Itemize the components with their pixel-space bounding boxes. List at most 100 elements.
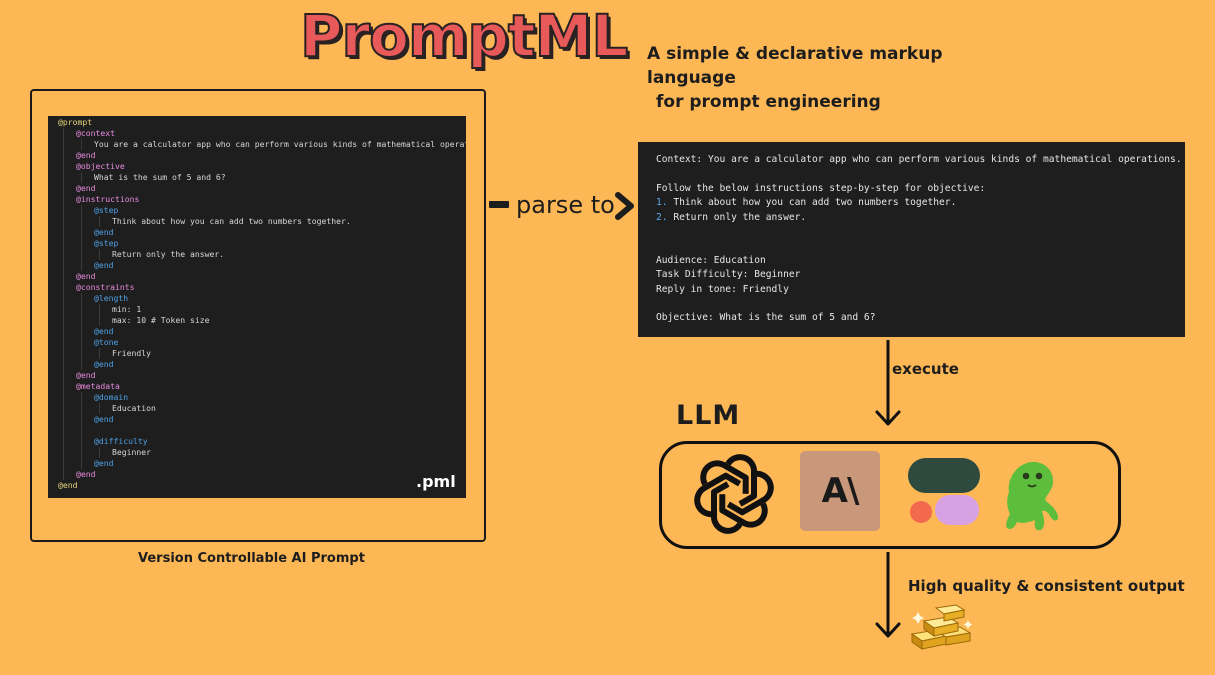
indent-guide <box>63 150 64 161</box>
indent-guide <box>63 271 64 282</box>
pml-file-extension: .pml <box>416 472 456 491</box>
code-line <box>48 425 466 436</box>
code-line: @difficulty <box>48 436 466 447</box>
code-line: @step <box>48 238 466 249</box>
execute-arrow-icon <box>875 340 901 426</box>
code-line: min: 1 <box>48 304 466 315</box>
code-line: What is the sum of 5 and 6? <box>48 172 466 183</box>
subtitle-line-2: for prompt engineering <box>656 92 881 112</box>
google-llm-logo-icon <box>908 458 980 525</box>
code-line: @end <box>48 260 466 271</box>
code-line-text: @end <box>94 260 114 270</box>
indent-guide <box>63 205 64 216</box>
indent-guide <box>81 359 82 370</box>
indent-guide <box>63 304 64 315</box>
output-line: Follow the below instructions step-by-st… <box>656 182 1185 196</box>
indent-guide <box>81 216 82 227</box>
indent-guide <box>63 326 64 337</box>
code-line-text: @end <box>94 359 114 369</box>
code-line-text: Think about how you can add two numbers … <box>112 216 351 226</box>
code-line-text: Friendly <box>112 348 151 358</box>
code-line-text: @end <box>76 183 96 193</box>
code-line-text: @end <box>94 414 114 424</box>
code-line: Beginner <box>48 447 466 458</box>
code-line: Think about how you can add two numbers … <box>48 216 466 227</box>
code-line-text: Return only the answer. <box>112 249 225 259</box>
output-line-text: Task Difficulty: Beginner <box>656 269 801 281</box>
indent-guide <box>99 315 100 326</box>
gold-bars-icon <box>910 604 973 650</box>
code-line: @end <box>48 359 466 370</box>
indent-guide <box>63 403 64 414</box>
indent-guide <box>63 172 64 183</box>
indent-guide <box>63 392 64 403</box>
indent-guide <box>81 172 82 183</box>
indent-guide <box>63 436 64 447</box>
code-line-text: Education <box>112 403 156 413</box>
code-line: @prompt <box>48 117 466 128</box>
output-arrow-label: High quality & consistent output <box>908 577 1185 595</box>
parse-arrow-tail <box>489 201 509 208</box>
indent-guide <box>63 161 64 172</box>
code-line: @instructions <box>48 194 466 205</box>
indent-guide <box>63 249 64 260</box>
output-arrow-icon <box>875 552 901 638</box>
code-line-text: @length <box>94 293 129 303</box>
indent-guide <box>81 337 82 348</box>
indent-guide <box>63 337 64 348</box>
code-line: @end <box>48 414 466 425</box>
indent-guide <box>63 370 64 381</box>
indent-guide <box>81 315 82 326</box>
page-subtitle: A simple & declarative markup language f… <box>647 42 1027 114</box>
output-line: 2. Return only the answer. <box>656 211 1185 225</box>
anthropic-logo-text: A\ <box>821 471 860 511</box>
code-line-text: @end <box>76 150 96 160</box>
indent-guide <box>63 139 64 150</box>
indent-guide <box>81 348 82 359</box>
code-line-text: min: 1 <box>112 304 142 314</box>
indent-guide <box>63 348 64 359</box>
execute-arrow-label: execute <box>892 360 959 378</box>
indent-guide <box>63 183 64 194</box>
code-line-text: @step <box>94 205 119 215</box>
code-line-text: @difficulty <box>94 436 148 446</box>
code-line-text: @end <box>76 469 96 479</box>
code-line: @end <box>48 480 466 491</box>
llm-label: LLM <box>676 400 741 431</box>
indent-guide <box>81 414 82 425</box>
code-line: Return only the answer. <box>48 249 466 260</box>
code-line: @constraints <box>48 282 466 293</box>
code-line-text: @end <box>76 370 96 380</box>
indent-guide <box>81 326 82 337</box>
indent-guide <box>63 128 64 139</box>
indent-guide <box>99 249 100 260</box>
indent-guide <box>81 447 82 458</box>
indent-guide <box>99 403 100 414</box>
pml-code-block: @prompt @context You are a calculator app … <box>48 116 466 498</box>
indent-guide <box>81 304 82 315</box>
code-line: max: 10 # Token size <box>48 315 466 326</box>
output-line: Objective: What is the sum of 5 and 6? <box>656 311 1185 325</box>
code-line-text: @end <box>76 271 96 281</box>
code-line: @length <box>48 293 466 304</box>
code-line-text: @metadata <box>76 381 120 391</box>
indent-guide <box>63 282 64 293</box>
indent-guide <box>81 260 82 271</box>
indent-guide <box>99 304 100 315</box>
pml-caption: Version Controllable AI Prompt <box>138 551 365 566</box>
code-line: @end <box>48 326 466 337</box>
indent-guide <box>99 348 100 359</box>
code-line: @context <box>48 128 466 139</box>
code-line-text: You are a calculator app who can perform… <box>94 139 466 149</box>
code-line-text: max: 10 # Token size <box>112 315 210 325</box>
code-line: @objective <box>48 161 466 172</box>
code-line: @end <box>48 271 466 282</box>
indent-guide <box>81 249 82 260</box>
parsed-output-terminal: Context: You are a calculator app who ca… <box>638 142 1185 337</box>
indent-guide <box>99 216 100 227</box>
code-line: @end <box>48 150 466 161</box>
code-line-text: @end <box>94 458 114 468</box>
